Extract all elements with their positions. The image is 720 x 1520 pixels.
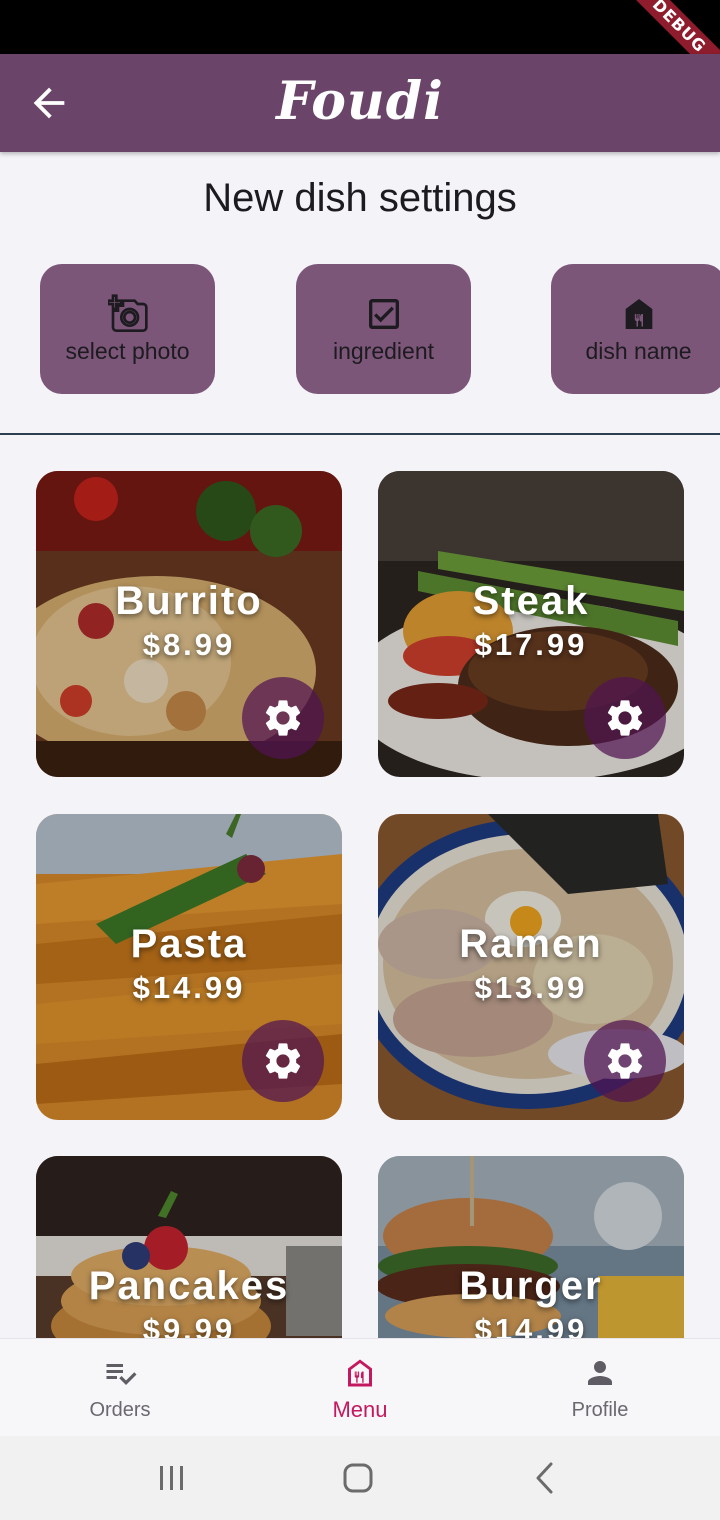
- dish-name: Burrito: [115, 579, 263, 623]
- dish-name: Ramen: [459, 922, 603, 966]
- dish-settings-button[interactable]: [584, 677, 666, 759]
- dish-card-burger[interactable]: Burger $14.99: [378, 1156, 684, 1338]
- home-icon[interactable]: [338, 1458, 378, 1498]
- dish-name-button[interactable]: dish name: [551, 264, 720, 394]
- dish-price: $17.99: [474, 627, 588, 662]
- dish-price: $13.99: [474, 970, 588, 1005]
- nav-orders-label: Orders: [89, 1399, 151, 1421]
- dish-name-label: dish name: [585, 338, 692, 364]
- section-divider: [0, 433, 720, 435]
- gear-icon: [607, 1043, 643, 1079]
- dish-price: $14.99: [132, 970, 246, 1005]
- dish-card-pasta[interactable]: Pasta $14.99: [36, 814, 342, 1120]
- restaurant-house-icon: [625, 299, 652, 329]
- gear-icon: [265, 1043, 301, 1079]
- dish-grid: Burrito $8.99 Steak $17.99 Pasta $14.99 …: [0, 436, 720, 1338]
- system-navigation-bar: [0, 1436, 720, 1520]
- dish-settings-button[interactable]: [242, 677, 324, 759]
- recent-apps-icon[interactable]: [152, 1458, 192, 1498]
- dish-settings-button[interactable]: [242, 1020, 324, 1102]
- person-icon: [588, 1361, 612, 1385]
- nav-profile-label: Profile: [571, 1399, 629, 1421]
- select-photo-button[interactable]: select photo: [40, 264, 215, 394]
- nav-profile[interactable]: Profile: [480, 1339, 720, 1437]
- dish-price: $9.99: [142, 1312, 236, 1338]
- dish-settings-button[interactable]: [584, 1020, 666, 1102]
- dish-name: Pasta: [130, 922, 248, 966]
- page-title: New dish settings: [203, 176, 517, 220]
- system-back-icon[interactable]: [526, 1458, 566, 1498]
- dish-card-ramen[interactable]: Ramen $13.99: [378, 814, 684, 1120]
- dish-price: $8.99: [142, 627, 236, 662]
- status-bar: DEBUG: [0, 0, 720, 88]
- nav-orders[interactable]: Orders: [0, 1339, 240, 1437]
- checkbox-icon: [368, 299, 399, 329]
- ingredient-button[interactable]: ingredient: [296, 264, 471, 394]
- dish-name: Pancakes: [88, 1264, 290, 1308]
- storefront-dining-icon: [348, 1359, 372, 1387]
- add-photo-icon: [107, 294, 148, 332]
- bottom-navigation: Orders Menu Profile: [0, 1338, 720, 1437]
- select-photo-label: select photo: [65, 338, 190, 364]
- nav-menu[interactable]: Menu: [240, 1339, 480, 1437]
- nav-menu-label: Menu: [332, 1397, 388, 1422]
- dish-card-pancakes[interactable]: Pancakes $9.99: [36, 1156, 342, 1338]
- dish-name: Burger: [459, 1264, 603, 1308]
- dish-price: $14.99: [474, 1312, 588, 1338]
- gear-icon: [265, 700, 301, 736]
- ingredient-label: ingredient: [332, 338, 435, 364]
- dish-name: Steak: [472, 579, 590, 623]
- app-title: Foudi: [276, 71, 444, 132]
- playlist-check-icon: [106, 1364, 137, 1385]
- app-bar: Foudi: [0, 54, 720, 152]
- gear-icon: [607, 700, 643, 736]
- dish-card-burrito[interactable]: Burrito $8.99: [36, 471, 342, 777]
- dish-card-steak[interactable]: Steak $17.99: [378, 471, 684, 777]
